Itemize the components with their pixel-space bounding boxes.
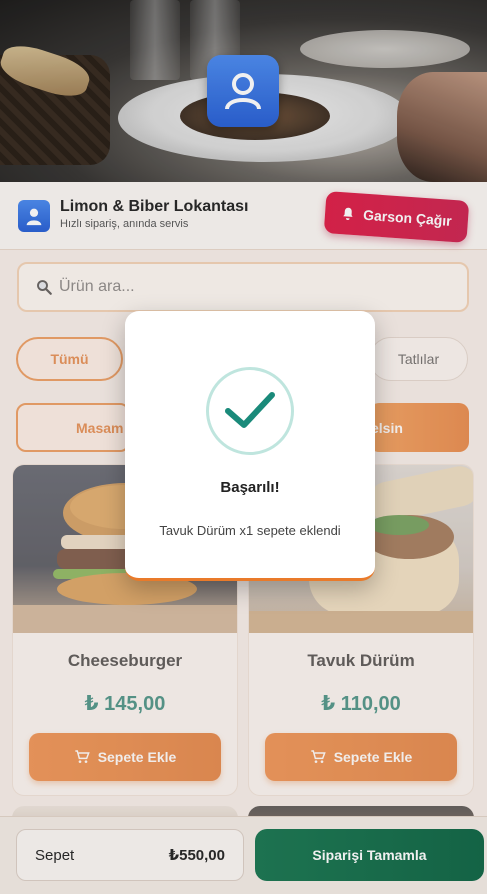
dialog-title: Başarılı! — [220, 479, 280, 496]
success-check-icon — [206, 367, 294, 455]
dialog-message: Tavuk Dürüm x1 sepete eklendi — [159, 523, 341, 538]
success-dialog: Başarılı! Tavuk Dürüm x1 sepete eklendi — [125, 311, 375, 581]
